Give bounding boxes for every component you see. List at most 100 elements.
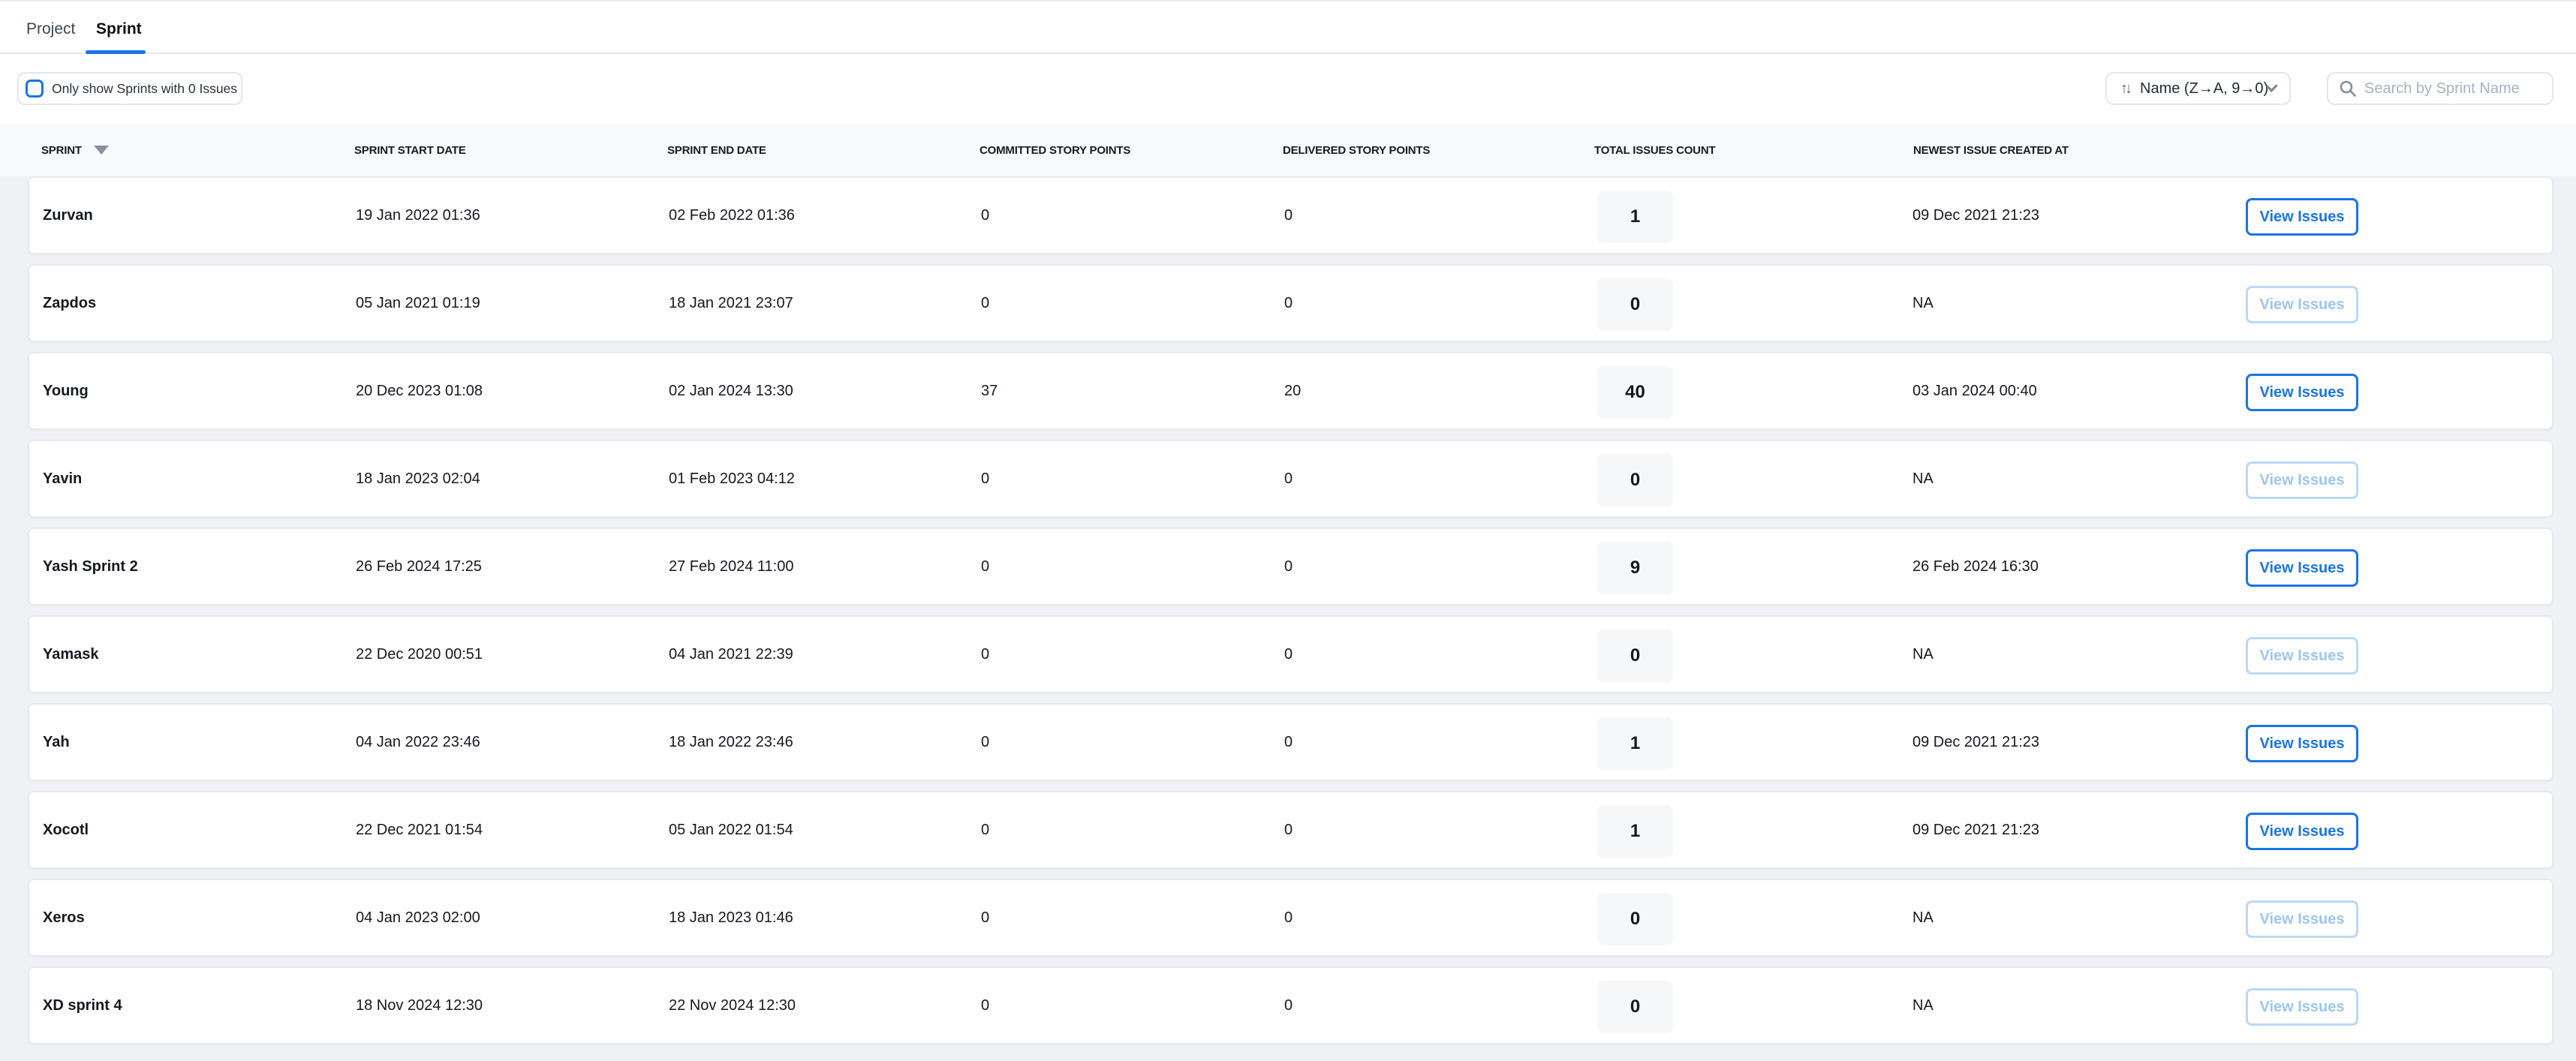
sprint-start-date: 26 Feb 2024 17:25	[356, 529, 482, 604]
sprint-row: Yash Sprint 2 26 Feb 2024 17:25 27 Feb 2…	[28, 527, 2553, 606]
sprint-name: XD sprint 4	[43, 968, 122, 1043]
delivered-story-points: 0	[1284, 529, 1293, 604]
column-header-delivered-points: DELIVERED STORY POINTS	[1283, 124, 1430, 176]
sprint-row: Yamask 22 Dec 2020 00:51 04 Jan 2021 22:…	[28, 615, 2553, 693]
sprint-end-date: 18 Jan 2021 23:07	[669, 266, 793, 341]
view-issues-button[interactable]: View Issues	[2246, 725, 2358, 762]
view-issues-button[interactable]: View Issues	[2246, 900, 2358, 938]
tab-project[interactable]: Project	[26, 2, 75, 54]
sprint-name: Yamask	[43, 617, 99, 692]
delivered-story-points: 20	[1284, 353, 1301, 428]
search-box	[2327, 72, 2553, 105]
tab-bar: Project Sprint	[0, 0, 2576, 54]
sprint-end-date: 18 Jan 2022 23:46	[669, 705, 793, 780]
delivered-story-points: 0	[1284, 880, 1293, 955]
delivered-story-points: 0	[1284, 968, 1293, 1043]
total-issues-badge: 0	[1597, 454, 1673, 506]
delivered-story-points: 0	[1284, 178, 1293, 253]
view-issues-button[interactable]: View Issues	[2246, 988, 2358, 1026]
total-issues-badge: 1	[1597, 717, 1673, 770]
sprint-name: Yavin	[43, 441, 82, 516]
delivered-story-points: 0	[1284, 792, 1293, 867]
newest-issue-date: 09 Dec 2021 21:23	[1912, 792, 2039, 867]
committed-story-points: 0	[981, 266, 989, 341]
sprint-start-date: 19 Jan 2022 01:36	[356, 178, 480, 253]
sprint-end-date: 02 Jan 2024 13:30	[669, 353, 793, 428]
sprint-end-date: 01 Feb 2023 04:12	[669, 441, 795, 516]
total-issues-badge: 0	[1597, 278, 1673, 331]
committed-story-points: 0	[981, 178, 989, 253]
total-issues-badge: 0	[1597, 981, 1673, 1033]
view-issues-button[interactable]: View Issues	[2246, 813, 2358, 850]
zero-issues-checkbox[interactable]	[26, 80, 44, 98]
newest-issue-date: 26 Feb 2024 16:30	[1912, 529, 2039, 604]
newest-issue-date: NA	[1912, 880, 1934, 955]
active-tab-indicator	[86, 50, 146, 54]
newest-issue-date: 09 Dec 2021 21:23	[1912, 705, 2039, 780]
sprint-start-date: 20 Dec 2023 01:08	[356, 353, 483, 428]
total-issues-badge: 9	[1597, 542, 1673, 594]
committed-story-points: 0	[981, 792, 989, 867]
sort-dropdown[interactable]: ↑↓ Name (Z→A, 9→0)	[2105, 72, 2291, 105]
newest-issue-date: 03 Jan 2024 00:40	[1912, 353, 2037, 428]
view-issues-button[interactable]: View Issues	[2246, 374, 2358, 411]
sprint-start-date: 18 Nov 2024 12:30	[356, 968, 483, 1043]
zero-issues-filter-label: Only show Sprints with 0 Issues	[52, 81, 237, 97]
sprint-name: Zapdos	[43, 266, 96, 341]
sprint-name: Xocotl	[43, 792, 89, 867]
sprint-start-date: 04 Jan 2022 23:46	[356, 705, 480, 780]
sprint-end-date: 05 Jan 2022 01:54	[669, 792, 793, 867]
total-issues-badge: 1	[1597, 191, 1673, 243]
view-issues-button[interactable]: View Issues	[2246, 549, 2358, 587]
zero-issues-filter[interactable]: Only show Sprints with 0 Issues	[17, 72, 242, 105]
view-issues-button[interactable]: View Issues	[2246, 198, 2358, 236]
delivered-story-points: 0	[1284, 617, 1293, 692]
column-header-sprint[interactable]: SPRINT	[41, 124, 109, 176]
newest-issue-date: NA	[1912, 441, 1934, 516]
sprint-row: Zurvan 19 Jan 2022 01:36 02 Feb 2022 01:…	[28, 176, 2553, 254]
committed-story-points: 0	[981, 441, 989, 516]
delivered-story-points: 0	[1284, 266, 1293, 341]
newest-issue-date: NA	[1912, 266, 1934, 341]
total-issues-badge: 0	[1597, 893, 1673, 945]
sort-dropdown-value: Name (Z→A, 9→0)	[2140, 80, 2268, 98]
sprint-name: Xeros	[43, 880, 85, 955]
sprint-row: Young 20 Dec 2023 01:08 02 Jan 2024 13:3…	[28, 352, 2553, 430]
total-issues-badge: 1	[1597, 805, 1673, 858]
sprint-name: Zurvan	[43, 178, 93, 253]
sprint-row: Yah 04 Jan 2022 23:46 18 Jan 2022 23:46 …	[28, 703, 2553, 781]
sprint-start-date: 22 Dec 2021 01:54	[356, 792, 483, 867]
search-input[interactable]	[2364, 80, 2541, 98]
newest-issue-date: NA	[1912, 617, 1934, 692]
view-issues-button[interactable]: View Issues	[2246, 637, 2358, 675]
delivered-story-points: 0	[1284, 705, 1293, 780]
committed-story-points: 0	[981, 617, 989, 692]
sprint-start-date: 04 Jan 2023 02:00	[356, 880, 480, 955]
delivered-story-points: 0	[1284, 441, 1293, 516]
sprint-end-date: 22 Nov 2024 12:30	[669, 968, 796, 1043]
column-header-sprint-label: SPRINT	[41, 144, 82, 157]
committed-story-points: 0	[981, 705, 989, 780]
sprint-row: Yavin 18 Jan 2023 02:04 01 Feb 2023 04:1…	[28, 440, 2553, 518]
sprint-row: Xeros 04 Jan 2023 02:00 18 Jan 2023 01:4…	[28, 879, 2553, 957]
view-issues-button[interactable]: View Issues	[2246, 461, 2358, 499]
tab-sprint[interactable]: Sprint	[96, 2, 142, 54]
column-header-total-issues: TOTAL ISSUES COUNT	[1594, 124, 1715, 176]
sort-caret-icon	[94, 146, 109, 155]
up-down-arrows-icon: ↑↓	[2120, 80, 2129, 98]
sprint-row: Zapdos 05 Jan 2021 01:19 18 Jan 2021 23:…	[28, 264, 2553, 342]
sprint-start-date: 18 Jan 2023 02:04	[356, 441, 480, 516]
sprint-start-date: 22 Dec 2020 00:51	[356, 617, 483, 692]
view-issues-button[interactable]: View Issues	[2246, 286, 2358, 323]
sprint-end-date: 02 Feb 2022 01:36	[669, 178, 795, 253]
sprint-end-date: 18 Jan 2023 01:46	[669, 880, 793, 955]
committed-story-points: 37	[981, 353, 998, 428]
total-issues-badge: 0	[1597, 630, 1673, 682]
column-header-committed-points: COMMITTED STORY POINTS	[980, 124, 1130, 176]
committed-story-points: 0	[981, 529, 989, 604]
table-header-row: SPRINT SPRINT START DATE SPRINT END DATE…	[0, 124, 2576, 176]
newest-issue-date: 09 Dec 2021 21:23	[1912, 178, 2039, 253]
table-body: Zurvan 19 Jan 2022 01:36 02 Feb 2022 01:…	[0, 176, 2576, 1044]
column-header-end-date: SPRINT END DATE	[667, 124, 766, 176]
sprint-name: Young	[43, 353, 89, 428]
